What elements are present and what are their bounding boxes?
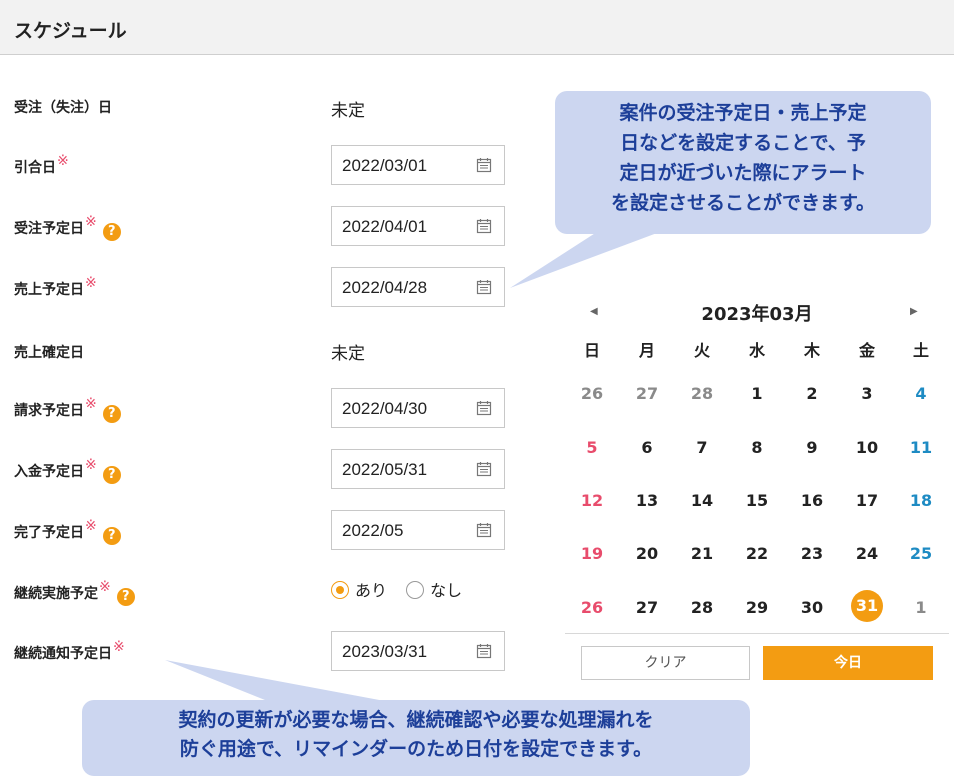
callout-top-tail [510,230,665,288]
callout-top-line: 案件の受注予定日・売上予定 [619,102,867,124]
callout-top-line: 定日が近づいた際にアラート [619,162,867,184]
callout-bottom-tail [165,660,390,702]
callout-bottom: 契約の更新が必要な場合、継続確認や必要な処理漏れを 防ぐ用途で、リマインダーのた… [82,700,750,776]
callout-bottom-line: 契約の更新が必要な場合、継続確認や必要な処理漏れを [178,709,654,731]
callout-top-line: を設定させることができます。 [610,192,876,214]
callout-top: 案件の受注予定日・売上予定 日などを設定することで、予 定日が近づいた際にアラー… [555,91,931,234]
callout-top-line: 日などを設定することで、予 [620,132,866,154]
callout-bottom-line: 防ぐ用途で、リマインダーのため日付を設定できます。 [179,738,653,760]
